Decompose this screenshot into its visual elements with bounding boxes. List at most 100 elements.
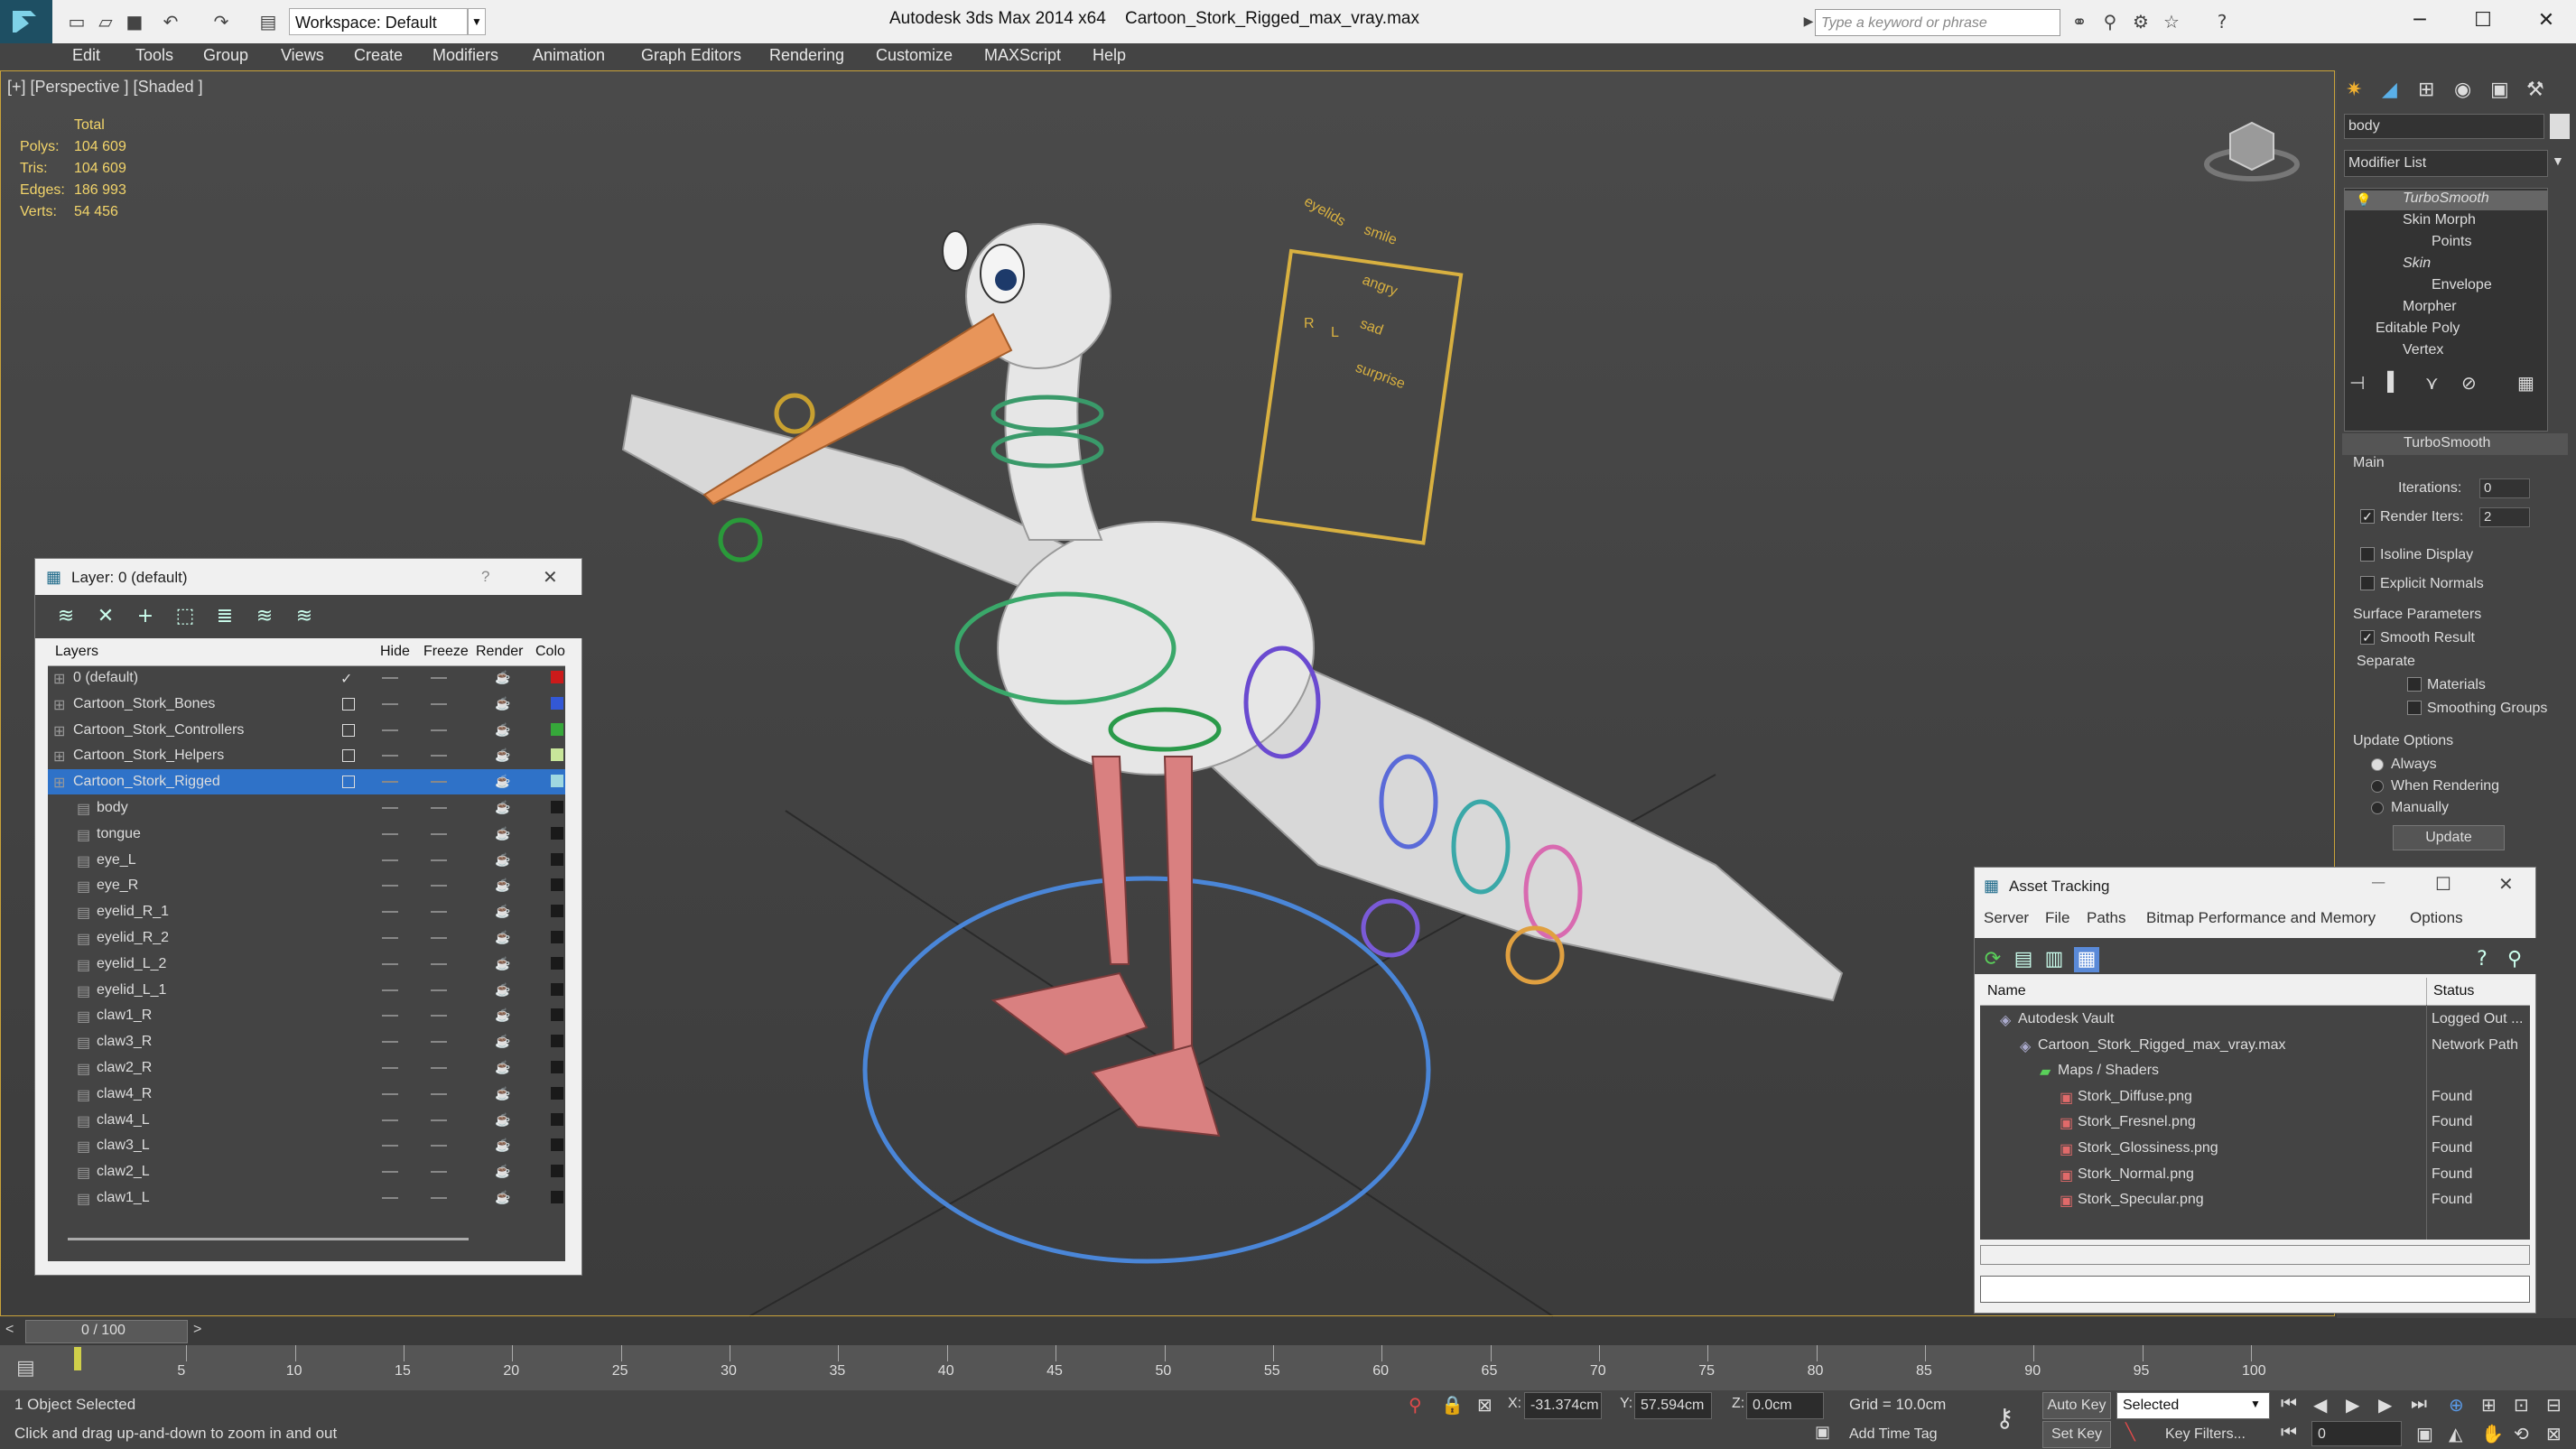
- render-teapot-icon[interactable]: ☕: [495, 800, 510, 815]
- layer-color-swatch[interactable]: [551, 905, 563, 918]
- layer-row[interactable]: ⊞ Cartoon_Stork_Controllers ☕: [48, 718, 565, 743]
- column-color[interactable]: Colo: [535, 644, 565, 660]
- menu-create[interactable]: Create: [354, 46, 403, 65]
- menu-maxscript[interactable]: MAXScript: [984, 46, 1061, 65]
- pin-icon[interactable]: ⚲: [2502, 947, 2527, 972]
- render-teapot-icon[interactable]: ☕: [495, 1138, 510, 1153]
- layer-row[interactable]: ▤ claw1_R ☕: [48, 1003, 565, 1028]
- key-filters-button[interactable]: Key Filters...: [2165, 1426, 2246, 1443]
- hide-toggle[interactable]: [382, 911, 398, 914]
- layer-row[interactable]: ▤ eye_R ☕: [48, 873, 565, 898]
- layer-color-swatch[interactable]: [551, 878, 563, 892]
- freeze-toggle[interactable]: [431, 885, 447, 887]
- tree-view-icon[interactable]: ▥: [2041, 947, 2067, 972]
- highlight-selected-icon[interactable]: ≣: [212, 604, 237, 629]
- freeze-toggle[interactable]: [431, 1041, 447, 1044]
- key-mode-toggle-icon[interactable]: ⏮: [2281, 1423, 2297, 1444]
- layer-color-swatch[interactable]: [551, 931, 563, 943]
- render-teapot-icon[interactable]: ☕: [495, 670, 510, 685]
- lock-selection-icon[interactable]: 🔒: [1441, 1394, 1464, 1416]
- zoom-extents-icon[interactable]: ⊡: [2514, 1394, 2529, 1416]
- binoculars-icon[interactable]: ⚭: [2068, 11, 2091, 33]
- workspace-dropdown[interactable]: Workspace: Default: [289, 8, 468, 35]
- asset-row[interactable]: ◈ Cartoon_Stork_Rigged_max_vray.max Networ…: [1980, 1033, 2530, 1058]
- chevron-down-icon[interactable]: ▼: [2552, 153, 2564, 168]
- smoothing-groups-checkbox[interactable]: [2407, 701, 2422, 715]
- column-status[interactable]: Status: [2433, 983, 2474, 999]
- column-layers[interactable]: Layers: [55, 644, 98, 660]
- menu-views[interactable]: Views: [281, 46, 324, 65]
- layer-color-swatch[interactable]: [551, 1191, 563, 1203]
- minimize-icon[interactable]: ─: [2372, 873, 2385, 894]
- layer-row[interactable]: ▤ body ☕: [48, 795, 565, 821]
- freeze-toggle[interactable]: [431, 1092, 447, 1095]
- render-teapot-icon[interactable]: ☕: [495, 878, 510, 893]
- render-teapot-icon[interactable]: ☕: [495, 1112, 510, 1128]
- freeze-toggle[interactable]: [431, 911, 447, 914]
- freeze-toggle[interactable]: [431, 807, 447, 809]
- show-end-result-icon[interactable]: ▌: [2387, 372, 2400, 393]
- chevron-down-icon[interactable]: ▼: [2250, 1398, 2261, 1410]
- minimize-icon[interactable]: ─: [2402, 5, 2438, 36]
- go-to-end-icon[interactable]: ⏭: [2411, 1394, 2427, 1415]
- render-teapot-icon[interactable]: ☕: [495, 956, 510, 971]
- layer-row[interactable]: ▤ claw4_L ☕: [48, 1108, 565, 1133]
- hide-toggle[interactable]: [382, 807, 398, 809]
- menu-modifiers[interactable]: Modifiers: [432, 46, 498, 65]
- save-file-icon[interactable]: ■: [123, 11, 146, 33]
- time-slider[interactable]: < 0 / 100 >: [0, 1318, 2576, 1345]
- asset-row[interactable]: ▣ Stork_Specular.png Found: [1980, 1187, 2530, 1212]
- menu-rendering[interactable]: Rendering: [769, 46, 844, 65]
- layer-color-swatch[interactable]: [551, 1165, 563, 1178]
- materials-checkbox[interactable]: [2407, 677, 2422, 692]
- layer-row[interactable]: ▤ claw3_L ☕: [48, 1133, 565, 1158]
- layer-row[interactable]: ▤ claw2_L ☕: [48, 1159, 565, 1184]
- hide-toggle[interactable]: [382, 937, 398, 939]
- layer-color-swatch[interactable]: [551, 671, 563, 683]
- render-teapot-icon[interactable]: ☕: [495, 1190, 510, 1205]
- hide-toggle[interactable]: [382, 989, 398, 991]
- hide-toggle[interactable]: [382, 755, 398, 757]
- asset-row[interactable]: ▣ Stork_Diffuse.png Found: [1980, 1084, 2530, 1110]
- hide-toggle[interactable]: [382, 1171, 398, 1174]
- asset-path-field[interactable]: [1980, 1276, 2530, 1303]
- current-frame-field[interactable]: 0: [2311, 1421, 2402, 1446]
- stack-item-skin-morph[interactable]: Skin Morph: [2403, 212, 2476, 228]
- redo-icon[interactable]: ↷: [209, 11, 233, 33]
- x-coordinate-field[interactable]: -31.374cm: [1524, 1392, 1602, 1419]
- mini-curve-editor-icon[interactable]: ▤: [16, 1356, 35, 1379]
- hide-toggle[interactable]: [382, 832, 398, 835]
- maximize-viewport-icon[interactable]: ⊠: [2546, 1423, 2562, 1445]
- absolute-mode-icon[interactable]: ⊠: [1477, 1394, 1493, 1416]
- hide-all-layers-icon[interactable]: ≋: [252, 604, 277, 629]
- render-teapot-icon[interactable]: ☕: [495, 1008, 510, 1023]
- maximize-icon[interactable]: ☐: [2435, 873, 2451, 896]
- hide-toggle[interactable]: [382, 1015, 398, 1017]
- menu-tools[interactable]: Tools: [135, 46, 173, 65]
- render-teapot-icon[interactable]: ☕: [495, 722, 510, 738]
- current-layer-checkbox[interactable]: [342, 697, 355, 711]
- remove-modifier-icon[interactable]: ⊘: [2461, 372, 2477, 395]
- render-teapot-icon[interactable]: ☕: [495, 930, 510, 945]
- create-layer-icon[interactable]: ≋: [53, 604, 79, 629]
- layer-color-swatch[interactable]: [551, 852, 563, 866]
- stack-item-skin[interactable]: Skin: [2403, 255, 2431, 272]
- lightbulb-icon[interactable]: 💡: [2356, 192, 2371, 208]
- modifier-stack[interactable]: TurboSmooth Skin Morph Points Skin Envel…: [2344, 188, 2548, 432]
- z-coordinate-field[interactable]: 0.0cm: [1746, 1392, 1824, 1419]
- render-teapot-icon[interactable]: ☕: [495, 1164, 510, 1179]
- asset-row[interactable]: ▣ Stork_Glossiness.png Found: [1980, 1136, 2530, 1161]
- asset-menu-bitmap[interactable]: Bitmap Performance and Memory: [2146, 909, 2376, 927]
- layer-row[interactable]: ▤ eyelid_L_2 ☕: [48, 952, 565, 977]
- subscription-icon[interactable]: ⚲: [2098, 11, 2122, 33]
- asset-menu-options[interactable]: Options: [2410, 909, 2463, 927]
- orbit-icon[interactable]: ⟲: [2514, 1423, 2529, 1445]
- render-teapot-icon[interactable]: ☕: [495, 852, 510, 868]
- layer-row[interactable]: ▤ claw2_R ☕: [48, 1055, 565, 1081]
- freeze-toggle[interactable]: [431, 962, 447, 965]
- go-to-start-icon[interactable]: ⏮: [2281, 1394, 2297, 1415]
- asset-menu-server[interactable]: Server: [1984, 909, 2029, 927]
- auto-key-button[interactable]: Auto Key: [2042, 1392, 2111, 1419]
- stack-item-vertex[interactable]: Vertex: [2403, 342, 2443, 358]
- object-name-field[interactable]: body: [2344, 114, 2544, 139]
